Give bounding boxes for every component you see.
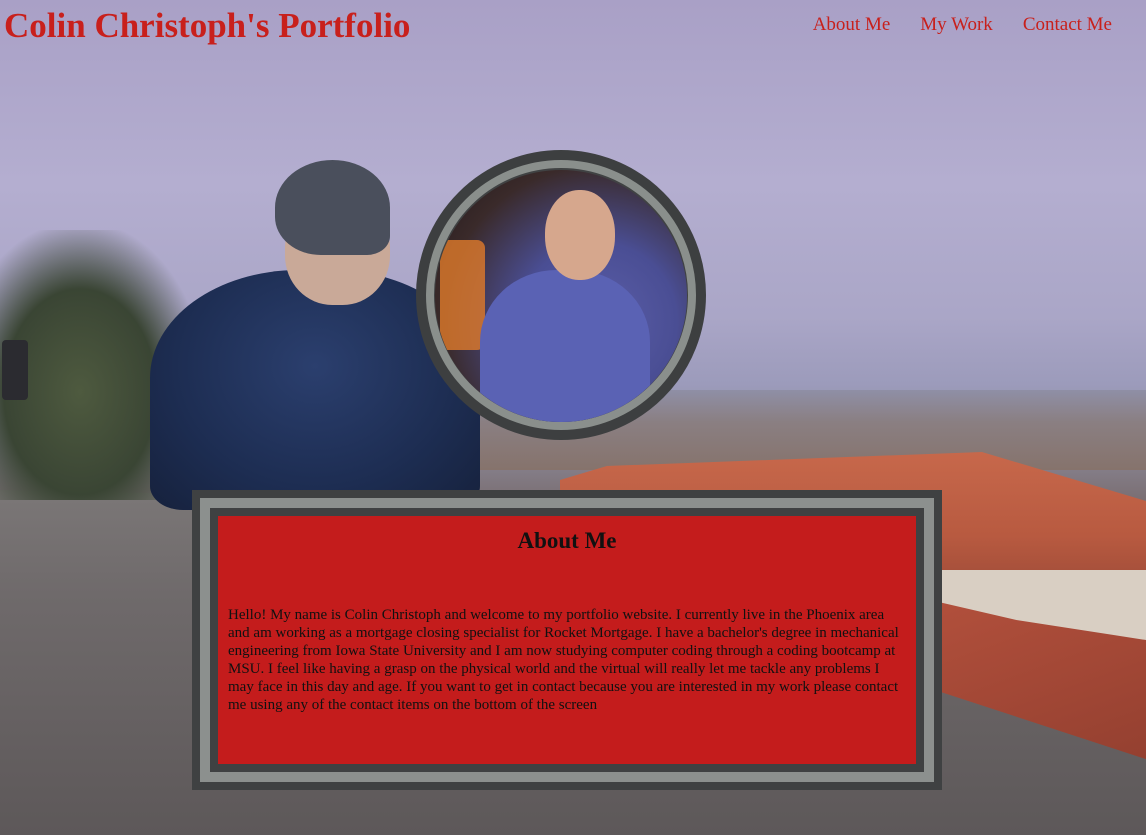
nav-link-my-work[interactable]: My Work	[920, 14, 993, 36]
avatar-face	[545, 190, 615, 280]
main-nav: About Me My Work Contact Me	[813, 14, 1112, 36]
about-me-card: About Me Hello! My name is Colin Christo…	[192, 490, 942, 790]
nav-link-about-me[interactable]: About Me	[813, 14, 891, 36]
nav-link-contact-me[interactable]: Contact Me	[1023, 14, 1112, 36]
avatar-shirt	[480, 270, 650, 422]
avatar	[435, 170, 687, 422]
site-title: Colin Christoph's Portfolio	[4, 6, 411, 45]
background-person-cap	[275, 160, 390, 255]
about-me-heading: About Me	[517, 528, 617, 553]
background-street-lamp	[2, 340, 28, 400]
about-me-content: About Me Hello! My name is Colin Christo…	[218, 516, 916, 764]
about-me-text: Hello! My name is Colin Christoph and we…	[228, 607, 899, 713]
avatar-background-light	[440, 240, 485, 350]
